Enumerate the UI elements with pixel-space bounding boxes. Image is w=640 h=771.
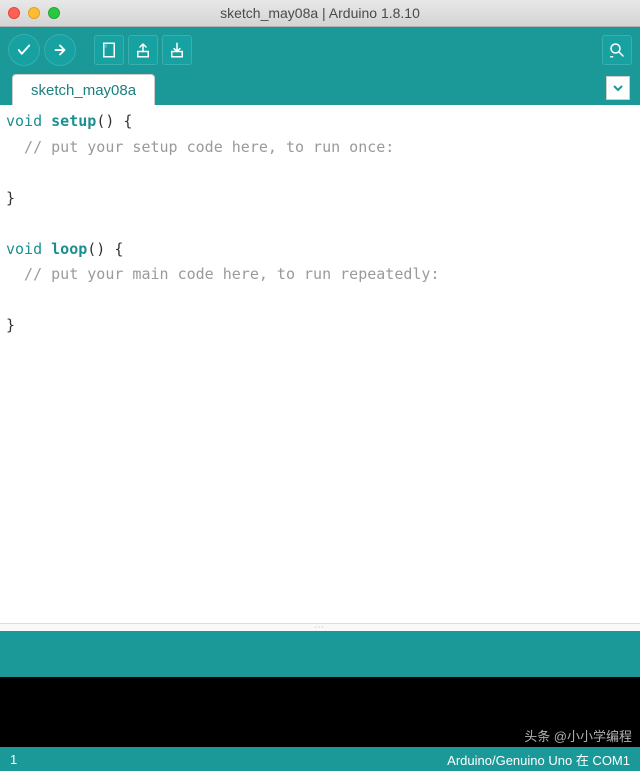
code-text: }	[6, 316, 15, 334]
comment: // put your setup code here, to run once…	[6, 138, 394, 156]
chevron-down-icon	[612, 82, 624, 94]
tabstrip: sketch_may08a	[0, 72, 640, 105]
new-button[interactable]	[94, 35, 124, 65]
function-name: setup	[51, 112, 96, 130]
minimize-button[interactable]	[28, 7, 40, 19]
maximize-button[interactable]	[48, 7, 60, 19]
magnifier-icon	[608, 41, 626, 59]
tab-menu-button[interactable]	[606, 76, 630, 100]
upload-button[interactable]	[44, 34, 76, 66]
file-icon	[100, 41, 118, 59]
line-number: 1	[10, 752, 17, 767]
comment: // put your main code here, to run repea…	[6, 265, 439, 283]
serial-monitor-button[interactable]	[602, 35, 632, 65]
save-button[interactable]	[162, 35, 192, 65]
tab-active[interactable]: sketch_may08a	[12, 74, 155, 105]
window-controls	[8, 7, 60, 19]
titlebar: sketch_may08a | Arduino 1.8.10	[0, 0, 640, 27]
message-area	[0, 631, 640, 677]
statusbar: 1 Arduino/Genuino Uno 在 COM1	[0, 747, 640, 771]
code-text: }	[6, 189, 15, 207]
verify-button[interactable]	[8, 34, 40, 66]
function-name: loop	[51, 240, 87, 258]
open-button[interactable]	[128, 35, 158, 65]
arrow-right-icon	[51, 41, 69, 59]
board-info: Arduino/Genuino Uno 在 COM1	[447, 750, 630, 769]
splitter-handle[interactable]	[0, 623, 640, 631]
window-title: sketch_may08a | Arduino 1.8.10	[220, 5, 420, 21]
check-icon	[15, 41, 33, 59]
keyword: void	[6, 240, 42, 258]
code-editor[interactable]: void setup() { // put your setup code he…	[0, 105, 640, 623]
arrow-up-icon	[134, 41, 152, 59]
watermark-text: 头条 @小小学编程	[524, 726, 632, 745]
arrow-down-icon	[168, 41, 186, 59]
toolbar	[0, 27, 640, 72]
code-text: () {	[87, 240, 123, 258]
code-text: () {	[96, 112, 132, 130]
keyword: void	[6, 112, 42, 130]
close-button[interactable]	[8, 7, 20, 19]
